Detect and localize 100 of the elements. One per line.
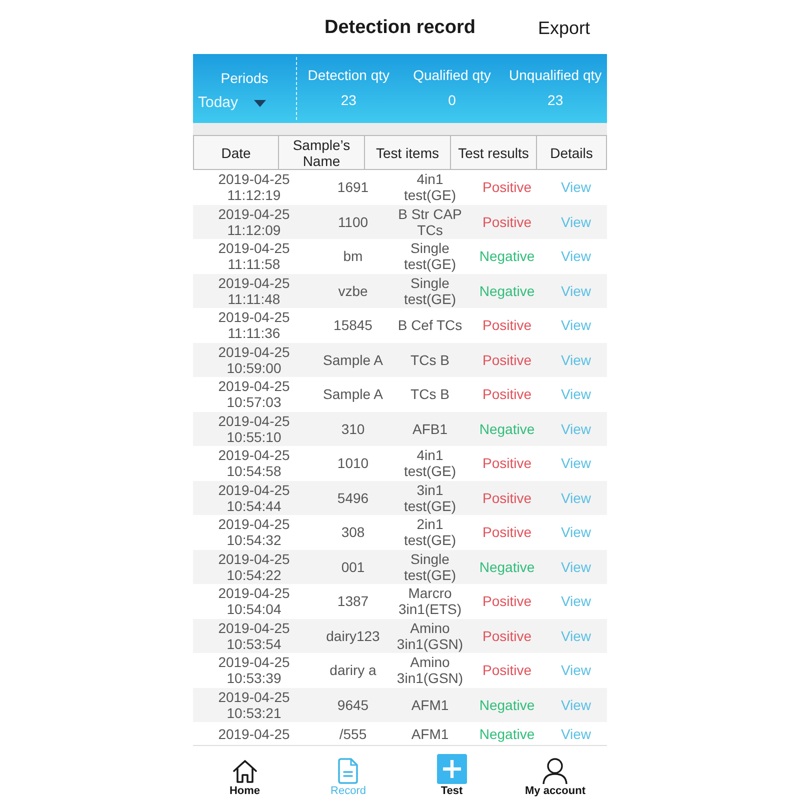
view-link[interactable]: View	[560, 593, 592, 610]
stat-label: Qualified qty	[413, 67, 491, 83]
nav-tab[interactable]: My account	[504, 746, 607, 800]
test-item-text: AFB1	[412, 420, 448, 437]
view-link[interactable]: View	[560, 386, 592, 402]
stat-label: Unqualified qty	[509, 67, 602, 83]
result-text: Negative	[479, 558, 535, 575]
date-text: 2019-04-25 10:57:03	[217, 378, 291, 410]
result-text: Positive	[482, 662, 532, 678]
sample-name-text: Sample A	[323, 386, 383, 402]
period-dropdown[interactable]: Today	[198, 94, 266, 112]
result-text: Negative	[479, 420, 535, 437]
date-text: 2019-04-25 11:11:48	[217, 274, 291, 307]
test-item-text: TCs B	[410, 352, 450, 368]
sample-name-text: 1010	[337, 455, 369, 472]
date-text: 2019-04-25 10:54:44	[217, 482, 291, 514]
date-text: 2019-04-25 11:12:19	[217, 171, 291, 204]
nav-tab[interactable]: Record	[296, 746, 400, 800]
date-text: 2019-04-25 10:55:10	[217, 412, 291, 445]
date-text: 2019-04-25 10:53:39	[217, 654, 291, 686]
test-item-text: TCs B	[410, 386, 450, 402]
view-link[interactable]: View	[560, 282, 592, 299]
date-text: 2019-04-25 10:54:58	[217, 447, 291, 480]
sample-name-text: 15845	[334, 317, 372, 334]
test-item-text: Marcro 3in1(ETS)	[397, 585, 463, 618]
test-item-text: B Cef TCs	[398, 317, 462, 334]
sample-name-text: 9645	[337, 696, 369, 713]
result-text: Positive	[482, 593, 532, 610]
stat-value: 0	[448, 92, 456, 108]
result-text: Positive	[482, 317, 532, 334]
view-link[interactable]: View	[560, 696, 592, 713]
test-item-text: 3in1 test(GE)	[402, 482, 458, 514]
stat-label: Detection qty	[308, 67, 390, 83]
plus-icon	[436, 754, 467, 784]
test-item-text: Single test(GE)	[402, 550, 458, 583]
sample-name-text: 308	[341, 524, 365, 540]
column-header: Test results	[451, 135, 537, 170]
nav-tab[interactable]: Home	[193, 746, 296, 800]
date-text: 2019-04-25 10:53:21	[217, 688, 291, 721]
view-link[interactable]: View	[560, 726, 592, 742]
result-text: Positive	[482, 214, 532, 230]
result-text: Negative	[479, 282, 535, 299]
result-text: Negative	[479, 248, 535, 264]
stat-value: 23	[548, 92, 564, 108]
result-text: Positive	[482, 490, 532, 506]
result-text: Positive	[482, 628, 532, 644]
sample-name-text: 1387	[337, 593, 369, 610]
date-text: 2019-04-25 11:12:09	[217, 206, 291, 238]
result-text: Negative	[479, 696, 535, 713]
result-text: Positive	[482, 352, 532, 368]
sample-name-text: /555	[339, 726, 367, 742]
sample-name-text: 5496	[337, 490, 369, 506]
date-text: 2019-04-25 10:59:00	[217, 344, 291, 376]
test-item-text: Single test(GE)	[402, 240, 458, 272]
test-item-text: Amino 3in1(GSN)	[396, 654, 464, 686]
stat-value: 23	[340, 92, 356, 108]
date-text: 2019-04-25 11:11:36	[217, 309, 291, 342]
view-link[interactable]: View	[560, 490, 592, 506]
test-item-text: 4in1 test(GE)	[402, 447, 458, 480]
caret-down-icon	[254, 100, 266, 106]
view-link[interactable]: View	[560, 628, 592, 644]
view-link[interactable]: View	[560, 662, 592, 678]
test-item-text: B Str CAP TCs	[397, 206, 463, 238]
sample-name-text: bm	[343, 248, 363, 264]
column-header: Date	[193, 135, 279, 170]
date-text: 2019-04-25 10:54:22	[217, 550, 291, 583]
column-header: Sample’s Name	[279, 135, 365, 170]
sample-name-text: vzbe	[338, 282, 368, 299]
view-link[interactable]: View	[560, 524, 592, 540]
view-link[interactable]: View	[560, 248, 592, 264]
test-item-text: AFM1	[411, 696, 449, 713]
test-item-text: Amino 3in1(GSN)	[396, 620, 464, 652]
test-item-text: 4in1 test(GE)	[402, 171, 458, 204]
date-text: 2019-04-25 11:11:58	[217, 240, 291, 272]
document-icon	[338, 758, 358, 784]
nav-tab[interactable]: Test	[400, 746, 504, 800]
sample-name-text: 310	[341, 420, 365, 437]
view-link[interactable]: View	[560, 558, 592, 575]
result-text: Positive	[482, 455, 532, 472]
date-text: 2019-04-25 10:54:04	[217, 585, 291, 618]
column-header: Details	[537, 135, 607, 170]
view-link[interactable]: View	[560, 455, 592, 472]
view-link[interactable]: View	[560, 352, 592, 368]
page-title: Detection record	[324, 18, 476, 37]
date-text: 2019-04-25 10:54:32	[217, 516, 291, 548]
view-link[interactable]: View	[560, 179, 592, 196]
date-text: 2019-04-25 10:53:54	[217, 620, 291, 652]
home-icon	[232, 758, 258, 784]
result-text: Positive	[482, 524, 532, 540]
date-text: 2019-04-25	[218, 726, 290, 742]
sample-name-text: dairy123	[326, 628, 380, 644]
export-button[interactable]: Export	[538, 18, 590, 36]
test-item-text: Single test(GE)	[402, 274, 458, 307]
test-item-text: 2in1 test(GE)	[402, 516, 458, 548]
result-text: Positive	[482, 386, 532, 402]
person-icon	[542, 757, 568, 784]
view-link[interactable]: View	[560, 214, 592, 230]
sample-name-text: 1100	[338, 214, 368, 230]
view-link[interactable]: View	[560, 317, 592, 334]
view-link[interactable]: View	[560, 420, 592, 437]
